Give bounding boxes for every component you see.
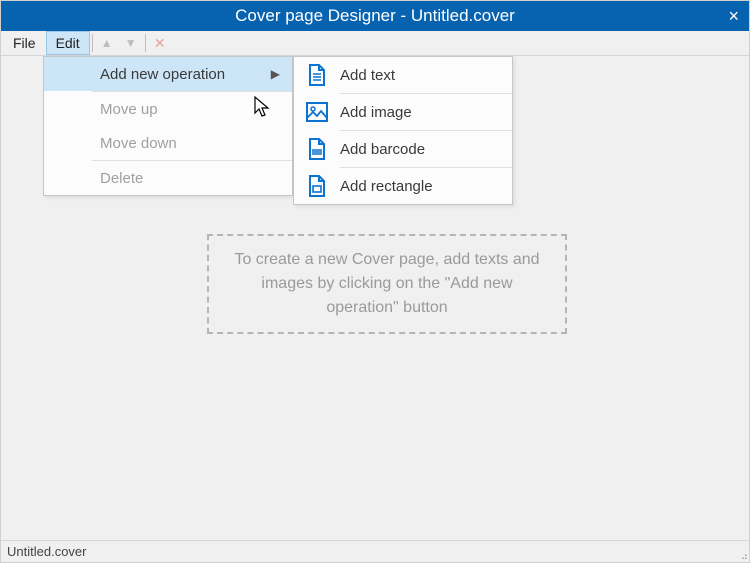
close-icon[interactable]: × [728, 1, 739, 31]
submenu-label: Add image [340, 104, 412, 121]
toolbar-separator [92, 34, 93, 52]
titlebar: Cover page Designer - Untitled.cover × [1, 1, 749, 31]
menu-edit[interactable]: Edit [46, 31, 90, 55]
move-up-icon[interactable]: ▲ [95, 31, 119, 55]
window-title: Cover page Designer - Untitled.cover [235, 6, 515, 26]
menu-label: Move down [100, 135, 177, 152]
add-operation-submenu: Add text Add image Add barcode Add recta… [293, 56, 513, 205]
rectangle-icon [294, 175, 340, 197]
document-icon [294, 64, 340, 86]
menu-add-new-operation[interactable]: Add new operation ▶ [44, 57, 292, 91]
menu-label: Delete [100, 170, 143, 187]
barcode-icon [294, 138, 340, 160]
image-icon [294, 102, 340, 122]
menu-move-up[interactable]: Move up [44, 92, 292, 126]
statusbar: Untitled.cover ⣠ [1, 540, 749, 562]
submenu-add-barcode[interactable]: Add barcode [294, 131, 512, 167]
menu-label: Move up [100, 101, 158, 118]
toolbar-separator [145, 34, 146, 52]
menu-move-down[interactable]: Move down [44, 126, 292, 160]
submenu-label: Add text [340, 67, 395, 84]
delete-icon[interactable]: ✕ [148, 31, 172, 55]
status-filename: Untitled.cover [7, 544, 86, 559]
placeholder-text: To create a new Cover page, add texts an… [207, 234, 567, 334]
submenu-add-image[interactable]: Add image [294, 94, 512, 130]
menu-delete[interactable]: Delete [44, 161, 292, 195]
edit-dropdown: Add new operation ▶ Move up Move down De… [43, 56, 293, 196]
resize-grip-icon[interactable]: ⣠ [741, 549, 747, 560]
move-down-icon[interactable]: ▼ [119, 31, 143, 55]
submenu-add-rectangle[interactable]: Add rectangle [294, 168, 512, 204]
submenu-label: Add rectangle [340, 178, 433, 195]
submenu-add-text[interactable]: Add text [294, 57, 512, 93]
submenu-label: Add barcode [340, 141, 425, 158]
submenu-arrow-icon: ▶ [271, 67, 280, 81]
menu-label: Add new operation [100, 66, 225, 83]
menu-file[interactable]: File [3, 31, 46, 55]
app-window: Cover page Designer - Untitled.cover × F… [0, 0, 750, 563]
menubar: File Edit ▲ ▼ ✕ [1, 31, 749, 56]
